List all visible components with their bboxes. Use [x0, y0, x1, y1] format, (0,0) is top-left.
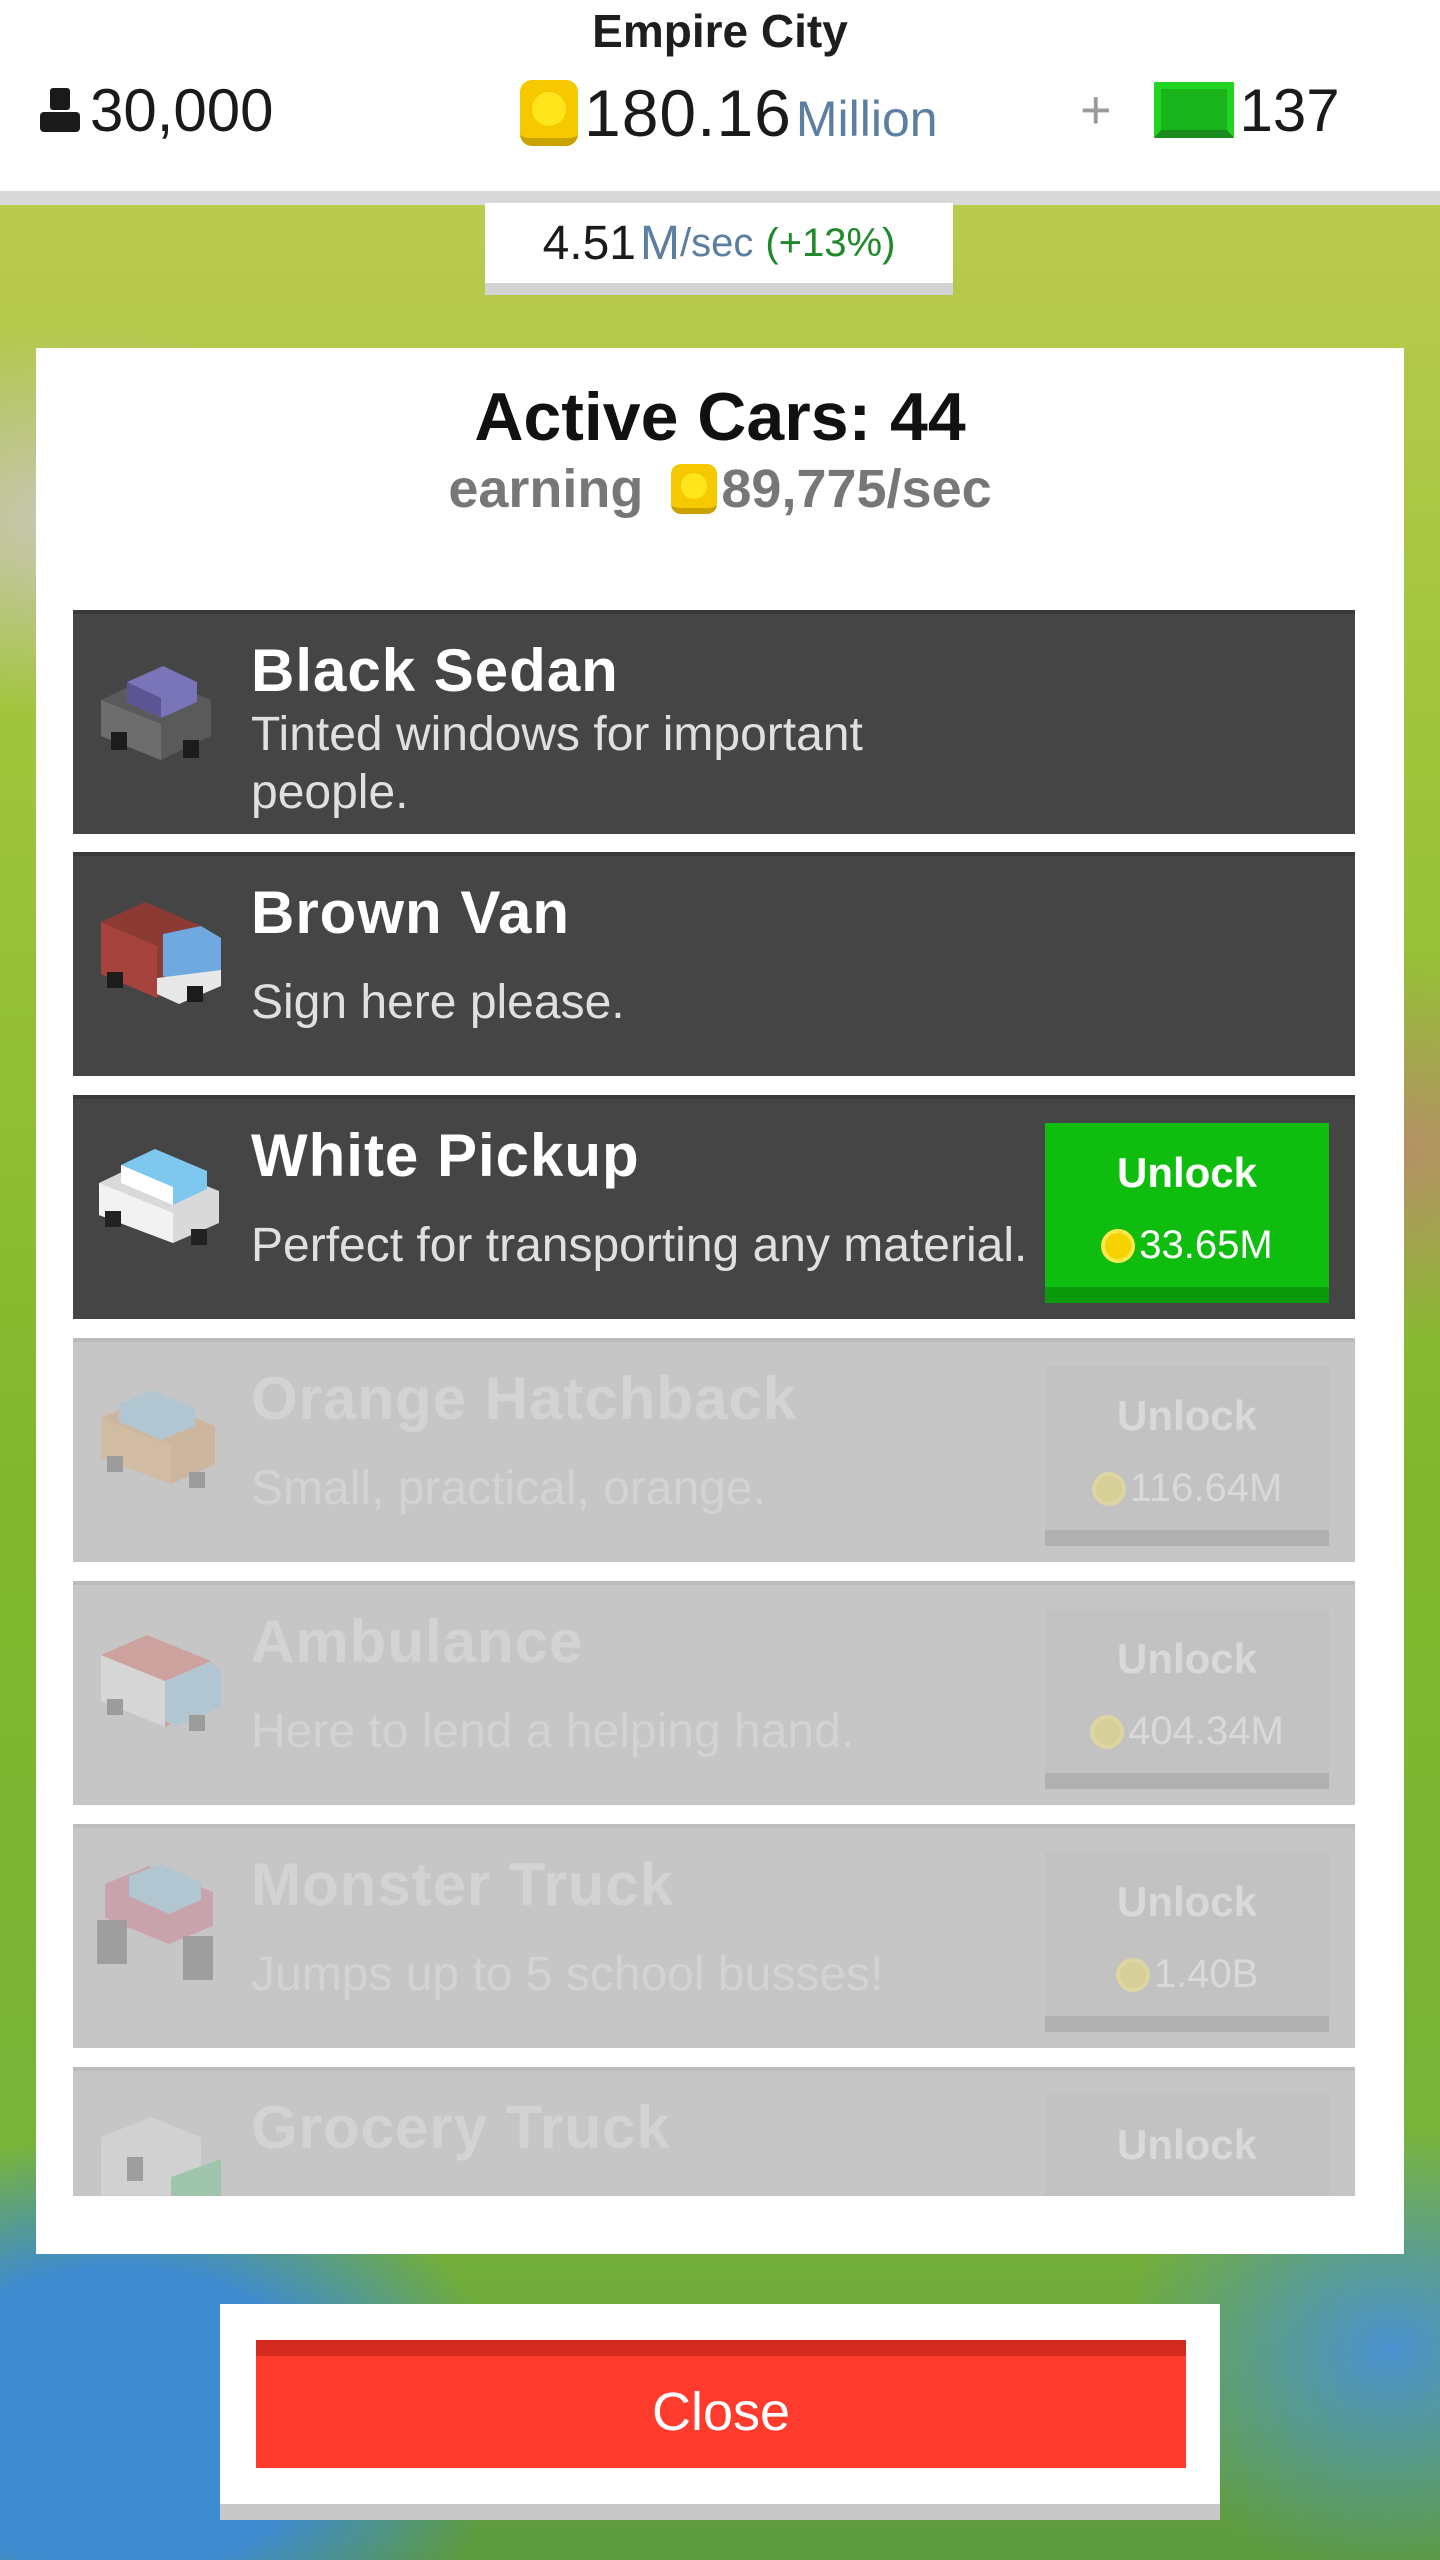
unlock-price: 33.65M: [1045, 1223, 1329, 1268]
rate-suffix: /sec: [679, 220, 754, 265]
earning-label: earning: [448, 459, 644, 519]
orange-hatchback-car-icon: [101, 1390, 215, 1488]
car-row-white-pickup: White Pickup Perfect for transporting an…: [73, 1095, 1355, 1319]
unlock-label: Unlock: [1116, 1635, 1258, 1682]
price-value: 404.34M: [1128, 1709, 1284, 1753]
car-row-grocery-truck: Grocery Truck Unlock: [73, 2067, 1355, 2196]
grocery-truck-car-icon: [101, 2117, 221, 2196]
black-sedan-car-icon: [101, 666, 211, 760]
population-value: 30,000: [90, 76, 274, 144]
unlock-price: 1.40B: [1045, 1952, 1329, 1997]
brown-van-car-icon: [101, 902, 221, 1004]
unlock-monster-truck-button[interactable]: Unlock 1.40B: [1045, 1852, 1329, 2032]
population-display: 30,000: [36, 70, 274, 150]
rate-bonus: (+13%): [765, 220, 896, 265]
car-description: Tinted windows for important people.: [251, 708, 863, 819]
unlock-label: Unlock: [1116, 1149, 1258, 1196]
car-row-monster-truck: Monster Truck Jumps up to 5 school busse…: [73, 1824, 1355, 2048]
car-name: Grocery Truck: [251, 2094, 671, 2161]
unlock-label: Unlock: [1116, 1392, 1258, 1439]
price-value: 116.64M: [1129, 1466, 1283, 1510]
monster-truck-car-icon: [97, 1864, 213, 1980]
car-description: Jumps up to 5 school busses!: [251, 1948, 884, 2001]
unlock-orange-hatchback-button[interactable]: Unlock 116.64M: [1045, 1366, 1329, 1546]
car-name: Monster Truck: [251, 1851, 675, 1918]
car-description: Perfect for transporting any material.: [251, 1219, 1028, 1272]
coin-icon: [1090, 1714, 1125, 1749]
buy-cash-plus-icon[interactable]: +: [1080, 79, 1112, 141]
car-description: Here to lend a helping hand.: [251, 1705, 855, 1758]
car-name: Black Sedan: [251, 637, 619, 704]
earning-line: earning 89,775/sec: [36, 458, 1404, 520]
car-name: Orange Hatchback: [251, 1365, 798, 1432]
car-row-brown-van: Brown Van Sign here please.: [73, 852, 1355, 1076]
person-icon: [40, 88, 80, 132]
coin-icon: [671, 464, 718, 514]
coins-unit: Million: [795, 91, 938, 147]
rate-value: 4.51: [542, 216, 636, 270]
unlock-price: 404.34M: [1045, 1709, 1329, 1754]
earning-value: 89,775/sec: [721, 459, 992, 519]
active-cars-panel: Active Cars: 44 earning 89,775/sec Black…: [36, 348, 1404, 2254]
car-row-ambulance: Ambulance Here to lend a helping hand. U…: [73, 1581, 1355, 1805]
car-name: White Pickup: [251, 1122, 640, 1189]
income-rate-tab: 4.51 M /sec (+13%): [485, 203, 953, 295]
price-value: 33.65M: [1139, 1223, 1273, 1267]
cash-amount: 137: [1239, 76, 1340, 144]
top-hud: Empire City 30,000 180.16 Million + 137: [0, 0, 1440, 205]
close-button-container: Close: [220, 2304, 1220, 2520]
ambulance-car-icon: [101, 1635, 221, 1731]
white-pickup-car-icon: [99, 1149, 219, 1245]
car-description: Small, practical, orange.: [251, 1462, 766, 1515]
coin-icon: [520, 80, 578, 146]
coins-display: 180.16 Million: [520, 70, 938, 156]
price-value: 1.40B: [1153, 1952, 1259, 1996]
coin-icon: [1091, 1471, 1126, 1506]
car-list[interactable]: Black Sedan Tinted windows for important…: [73, 610, 1355, 2196]
unlock-label: Unlock: [1116, 2121, 1258, 2168]
cash-display[interactable]: + 137: [1080, 70, 1340, 150]
unlock-grocery-truck-button[interactable]: Unlock: [1045, 2095, 1329, 2196]
rate-unit: M: [640, 216, 680, 270]
unlock-label: Unlock: [1116, 1878, 1258, 1925]
car-row-orange-hatchback: Orange Hatchback Small, practical, orang…: [73, 1338, 1355, 1562]
unlock-ambulance-button[interactable]: Unlock 404.34M: [1045, 1609, 1329, 1789]
cash-icon: [1153, 82, 1234, 138]
car-row-black-sedan: Black Sedan Tinted windows for important…: [73, 610, 1355, 834]
city-name: Empire City: [592, 5, 848, 57]
car-name: Ambulance: [251, 1608, 584, 1675]
coin-icon: [1115, 1957, 1150, 1992]
coins-amount: 180.16: [584, 76, 792, 150]
car-description: Sign here please.: [251, 976, 625, 1029]
car-name: Brown Van: [251, 879, 571, 946]
coin-icon: [1101, 1228, 1136, 1263]
unlock-white-pickup-button[interactable]: Unlock 33.65M: [1045, 1123, 1329, 1303]
panel-title: Active Cars: 44: [474, 379, 966, 455]
close-button[interactable]: Close: [256, 2340, 1186, 2468]
unlock-price: 116.64M: [1045, 1466, 1329, 1511]
